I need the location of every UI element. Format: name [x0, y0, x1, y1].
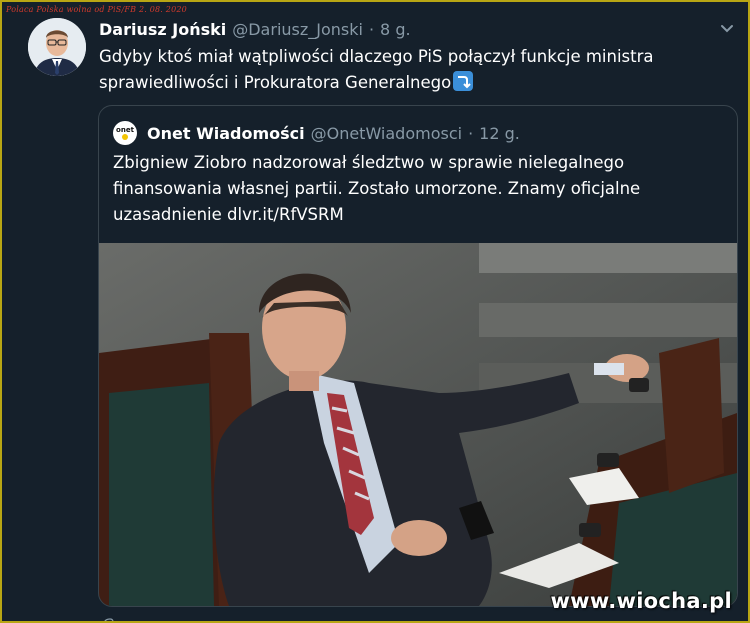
tweet-body: Gdyby ktoś miał wątpliwości dlaczego PiS… — [99, 47, 654, 92]
onet-logo-avatar[interactable]: onet — [113, 121, 137, 145]
screenshot-frame: Polaca Polska wolna od PiS/FB 2. 08. 202… — [0, 0, 750, 623]
tweet-header: Dariusz Joński @Dariusz_Jonski · 8 g. — [99, 16, 411, 42]
top-watermark: Polaca Polska wolna od PiS/FB 2. 08. 202… — [6, 5, 187, 14]
chevron-down-icon[interactable] — [720, 20, 734, 33]
quoted-tweet-card[interactable]: onet Onet Wiadomości @OnetWiadomosci · 1… — [98, 105, 738, 607]
author-name[interactable]: Dariusz Joński — [99, 20, 226, 39]
tweet-text: Gdyby ktoś miał wątpliwości dlaczego PiS… — [99, 44, 719, 96]
author-avatar[interactable] — [28, 18, 86, 76]
site-watermark: www.wiocha.pl — [550, 589, 732, 613]
quoted-author-handle[interactable]: @OnetWiadomosci — [311, 124, 462, 143]
onet-logo-dot — [122, 134, 128, 140]
author-handle[interactable]: @Dariusz_Jonski — [232, 20, 363, 39]
separator-dot: · — [468, 123, 474, 143]
quoted-author-name[interactable]: Onet Wiadomości — [147, 124, 305, 143]
quoted-tweet-time[interactable]: 12 g. — [479, 124, 520, 143]
reply-icon[interactable] — [102, 612, 114, 621]
onet-logo-text: onet — [116, 126, 134, 134]
tweet-time[interactable]: 8 g. — [380, 20, 411, 39]
quoted-tweet-text: Zbigniew Ziobro nadzorował śledztwo w sp… — [113, 153, 641, 224]
arrow-right-hook-down-icon — [453, 71, 474, 91]
quoted-tweet-photo[interactable] — [99, 243, 737, 606]
separator-dot: · — [368, 19, 375, 39]
quoted-tweet-header: onet Onet Wiadomości @OnetWiadomosci · 1… — [113, 120, 520, 146]
